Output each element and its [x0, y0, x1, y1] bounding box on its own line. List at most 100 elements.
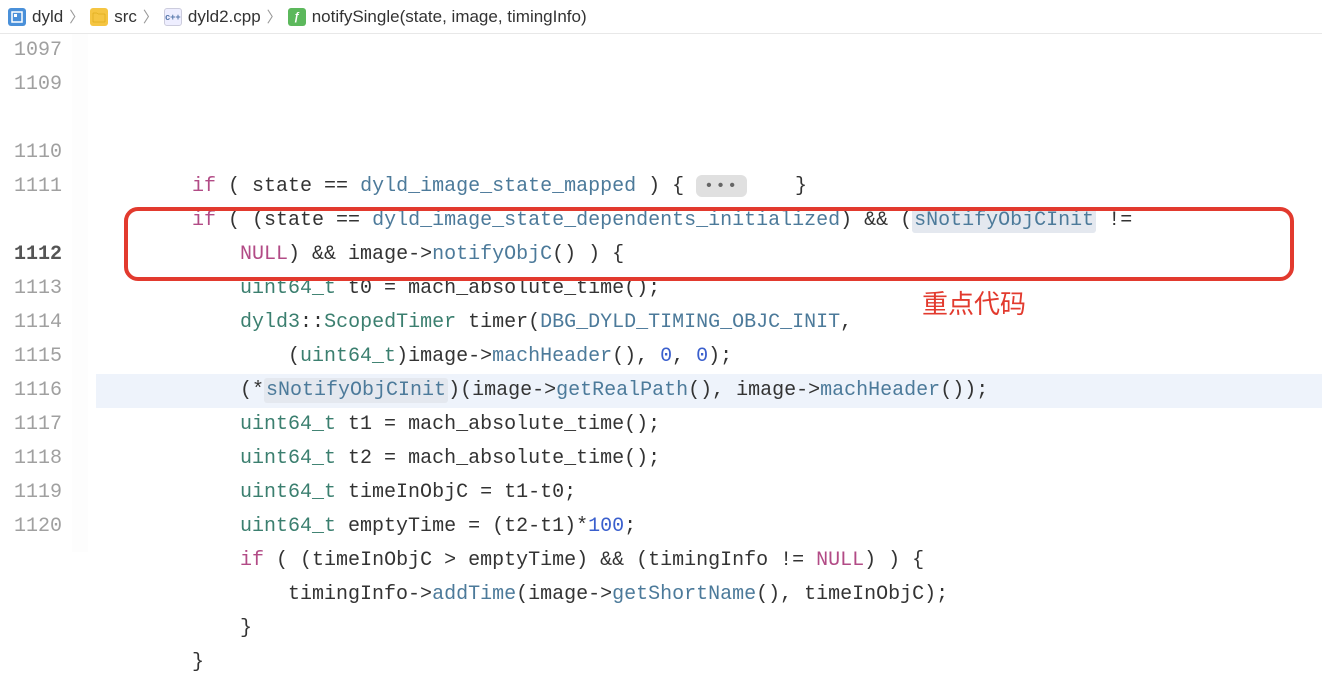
code-token: } [96, 651, 204, 674]
line-number[interactable]: 1112 [0, 238, 62, 272]
code-line[interactable]: (uint64_t)image->machHeader(), 0, 0); [96, 340, 1322, 374]
code-token: )image-> [396, 345, 492, 368]
code-token: :: [300, 311, 324, 334]
code-token: (), image-> [688, 379, 820, 402]
chevron-right-icon: 〉 [143, 6, 158, 27]
code-token: (), timeInObjC); [756, 583, 948, 606]
code-token: dyld_image_state_dependents_initialized [372, 209, 840, 232]
code-token: uint64_t [240, 413, 336, 436]
line-number[interactable]: 1119 [0, 476, 62, 510]
code-token: if [240, 549, 264, 572]
code-token: t0 = [336, 277, 408, 300]
code-token [96, 209, 192, 232]
code-token: addTime [432, 583, 516, 606]
code-line[interactable]: dyld3::ScopedTimer timer(DBG_DYLD_TIMING… [96, 306, 1322, 340]
code-token [96, 447, 240, 470]
code-token [96, 481, 240, 504]
line-number[interactable] [0, 204, 62, 238]
code-token: if [192, 209, 216, 232]
code-line[interactable]: } [96, 646, 1322, 680]
code-line[interactable]: NULL) && image->notifyObjC() ) { [96, 238, 1322, 272]
code-token: } [96, 617, 252, 640]
line-number-gutter[interactable]: 10971109 11101111 111211131114111511161117… [0, 34, 72, 552]
line-number[interactable] [0, 102, 62, 136]
code-line[interactable]: uint64_t t2 = mach_absolute_time(); [96, 442, 1322, 476]
line-number[interactable]: 1111 [0, 170, 62, 204]
code-token [96, 549, 240, 572]
line-number[interactable]: 1116 [0, 374, 62, 408]
code-token: (); [624, 277, 660, 300]
code-token: uint64_t [240, 447, 336, 470]
code-line[interactable]: uint64_t timeInObjC = t1-t0; [96, 476, 1322, 510]
code-token [96, 175, 192, 198]
breadcrumb[interactable]: dyld 〉 src 〉 c++ dyld2.cpp 〉 ƒ notifySin… [0, 0, 1322, 34]
fold-marker[interactable]: ••• [696, 175, 747, 197]
code-token [96, 311, 240, 334]
code-token: uint64_t [240, 277, 336, 300]
code-token: (); [624, 447, 660, 470]
breadcrumb-folder[interactable]: src [114, 7, 137, 27]
code-token: ScopedTimer [324, 311, 456, 334]
folder-icon [90, 8, 108, 26]
code-token: NULL [240, 243, 288, 266]
code-token [96, 413, 240, 436]
line-number[interactable]: 1120 [0, 510, 62, 544]
code-token: sNotifyObjCInit [912, 208, 1096, 233]
line-number[interactable]: 1110 [0, 136, 62, 170]
code-token: mach_absolute_time [408, 447, 624, 470]
code-token: != [1096, 209, 1132, 232]
code-token: machHeader [820, 379, 940, 402]
code-line[interactable]: } [96, 612, 1322, 646]
code-token: ( [96, 345, 300, 368]
code-token: if [192, 175, 216, 198]
fold-column[interactable] [72, 34, 88, 552]
code-token: ( (timeInObjC > emptyTime) && (timingInf… [264, 549, 816, 572]
code-token [96, 277, 240, 300]
project-icon [8, 8, 26, 26]
line-number[interactable]: 1109 [0, 68, 62, 102]
code-token: getRealPath [556, 379, 688, 402]
code-token: ()); [940, 379, 988, 402]
code-token: uint64_t [240, 481, 336, 504]
code-token: machHeader [492, 345, 612, 368]
line-number[interactable]: 1113 [0, 272, 62, 306]
code-line[interactable]: uint64_t t0 = mach_absolute_time(); [96, 272, 1322, 306]
code-token: timingInfo-> [96, 583, 432, 606]
code-line[interactable]: uint64_t emptyTime = (t2-t1)*100; [96, 510, 1322, 544]
code-token: ); [708, 345, 732, 368]
code-line[interactable]: if ( (state == dyld_image_state_dependen… [96, 204, 1322, 238]
cpp-file-icon: c++ [164, 8, 182, 26]
code-token: ) && image-> [288, 243, 432, 266]
code-token: (); [624, 413, 660, 436]
chevron-right-icon: 〉 [69, 6, 84, 27]
code-token: dyld3 [240, 311, 300, 334]
code-token: t2 = [336, 447, 408, 470]
line-number[interactable]: 1114 [0, 306, 62, 340]
line-number[interactable]: 1117 [0, 408, 62, 442]
code-token: uint64_t [300, 345, 396, 368]
code-token: DBG_DYLD_TIMING_OBJC_INIT [540, 311, 840, 334]
breadcrumb-function[interactable]: notifySingle(state, image, timingInfo) [312, 7, 587, 27]
code-token: mach_absolute_time [408, 277, 624, 300]
breadcrumb-file[interactable]: dyld2.cpp [188, 7, 261, 27]
line-number[interactable]: 1118 [0, 442, 62, 476]
code-token: emptyTime = (t2-t1)* [336, 515, 588, 538]
code-line[interactable]: uint64_t t1 = mach_absolute_time(); [96, 408, 1322, 442]
code-token: () ) { [552, 243, 624, 266]
line-number[interactable]: 1115 [0, 340, 62, 374]
code-line[interactable]: if ( state == dyld_image_state_mapped ) … [96, 170, 1322, 204]
code-token: ( state == [216, 175, 360, 198]
code-token: (image-> [516, 583, 612, 606]
code-token: timeInObjC = t1-t0; [336, 481, 576, 504]
code-token: ; [624, 515, 636, 538]
code-line[interactable]: (*sNotifyObjCInit)(image->getRealPath(),… [96, 374, 1322, 408]
code-line[interactable]: timingInfo->addTime(image->getShortName(… [96, 578, 1322, 612]
code-token: )(image-> [448, 379, 556, 402]
code-editor[interactable]: 10971109 11101111 111211131114111511161117… [0, 34, 1322, 552]
code-token: , [672, 345, 696, 368]
breadcrumb-project[interactable]: dyld [32, 7, 63, 27]
code-token [96, 515, 240, 538]
code-line[interactable]: if ( (timeInObjC > emptyTime) && (timing… [96, 544, 1322, 578]
line-number[interactable]: 1097 [0, 34, 62, 68]
code-area[interactable]: 重点代码 if ( state == dyld_image_state_mapp… [88, 34, 1322, 552]
